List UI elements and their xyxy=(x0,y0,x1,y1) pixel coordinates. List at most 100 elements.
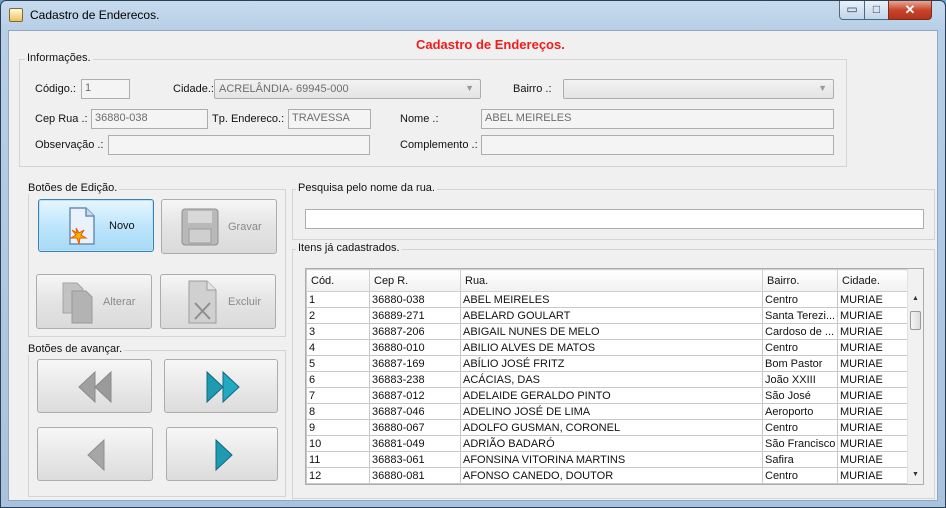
cep-field[interactable]: 36880-038 xyxy=(91,109,208,129)
bairro-select[interactable]: ▼ xyxy=(563,79,834,99)
scrollbar-thumb[interactable] xyxy=(910,311,921,330)
bairro-label: Bairro .: xyxy=(513,83,552,95)
cell-codigo: 10 xyxy=(306,435,370,452)
column-header-cidade[interactable]: Cidade. xyxy=(837,269,909,292)
maximize-button[interactable]: □ xyxy=(864,1,889,20)
observacao-field[interactable] xyxy=(108,135,370,155)
cell-bairro: São José xyxy=(762,387,838,404)
cell-cep: 36887-012 xyxy=(369,387,461,404)
column-header-bairro[interactable]: Bairro. xyxy=(762,269,838,292)
cell-bairro: Cardoso de ... xyxy=(762,323,838,340)
table-row[interactable]: 2 36889-271 ABELARD GOULART Santa Terezi...… xyxy=(306,307,909,324)
next-record-button[interactable] xyxy=(166,427,278,481)
minimize-button[interactable]: ▭ xyxy=(839,1,865,20)
street-search-input[interactable] xyxy=(305,209,924,229)
chevron-down-icon: ▼ xyxy=(818,83,827,93)
cell-bairro: João XXIII xyxy=(762,371,838,388)
title-bar[interactable]: Cadastro de Enderecos. ▭ □ ✕ xyxy=(1,1,945,29)
codigo-field[interactable]: 1 xyxy=(81,79,130,99)
complemento-field[interactable] xyxy=(481,135,834,155)
cell-cidade: MURIAE xyxy=(837,419,909,436)
maximize-icon: □ xyxy=(872,2,881,16)
cidade-select[interactable]: ACRELÂNDIA- 69945-000 ▼ xyxy=(214,79,481,99)
cell-cep: 36880-038 xyxy=(369,291,461,308)
tp-endereco-label: Tp. Endereco.: xyxy=(212,113,285,125)
vertical-scrollbar[interactable]: ▲ ▼ xyxy=(907,269,923,484)
edit-buttons-title: Botões de Edição. xyxy=(26,182,120,194)
cell-cidade: MURIAE xyxy=(837,291,909,308)
scroll-down-arrow-icon[interactable]: ▼ xyxy=(908,471,923,478)
cell-rua: ADELINO JOSÉ DE LIMA xyxy=(460,403,763,420)
excluir-label: Excluir xyxy=(228,295,262,308)
items-table-container: Cód. Cep R. Rua. Bairro. Cidade. 1 36880-… xyxy=(305,268,924,485)
copy-document-icon xyxy=(62,282,93,324)
close-button[interactable]: ✕ xyxy=(888,1,932,20)
table-row[interactable]: 3 36887-206 ABIGAIL NUNES DE MELO Cardoso d… xyxy=(306,323,909,340)
cell-cep: 36883-238 xyxy=(369,371,461,388)
cell-codigo: 6 xyxy=(306,371,370,388)
novo-button[interactable]: Novo xyxy=(38,199,154,252)
table-row[interactable]: 10 36881-049 ADRIÃO BADARÓ São Francisco MUR… xyxy=(306,435,909,452)
cell-rua: ABEL MEIRELES xyxy=(460,291,763,308)
nav-buttons-title: Botões de avançar. xyxy=(26,343,125,355)
client-area: Cadastro de Endereços. Informações. Códi… xyxy=(8,30,938,501)
items-table: Cód. Cep R. Rua. Bairro. Cidade. 1 36880-… xyxy=(306,269,909,484)
cell-rua: ABÍLIO JOSÉ FRITZ xyxy=(460,355,763,372)
table-row[interactable]: 6 36883-238 ACÁCIAS, DAS João XXIII MURIAE xyxy=(306,371,909,388)
cell-rua: AFONSO CANEDO, DOUTOR xyxy=(460,467,763,484)
cidade-value: ACRELÂNDIA- 69945-000 xyxy=(219,83,349,95)
column-header-cep[interactable]: Cep R. xyxy=(369,269,461,292)
previous-record-button[interactable] xyxy=(37,427,153,481)
cell-rua: ABILIO ALVES DE MATOS xyxy=(460,339,763,356)
cell-codigo: 3 xyxy=(306,323,370,340)
cell-cep: 36887-046 xyxy=(369,403,461,420)
table-row[interactable]: 9 36880-067 ADOLFO GUSMAN, CORONEL Centro MU… xyxy=(306,419,909,436)
cell-codigo: 2 xyxy=(306,307,370,324)
cell-cidade: MURIAE xyxy=(837,387,909,404)
complemento-label: Complemento .: xyxy=(400,139,478,151)
cell-rua: ADRIÃO BADARÓ xyxy=(460,435,763,452)
scroll-up-arrow-icon[interactable]: ▲ xyxy=(908,295,923,302)
table-row[interactable]: 8 36887-046 ADELINO JOSÉ DE LIMA Aeroporto M… xyxy=(306,403,909,420)
cell-bairro: Aeroporto xyxy=(762,403,838,420)
cell-bairro: Santa Terezi... xyxy=(762,307,838,324)
table-row[interactable]: 12 36880-081 AFONSO CANEDO, DOUTOR Centro MU… xyxy=(306,467,909,484)
items-group-title: Itens já cadastrados. xyxy=(296,242,402,254)
cell-cep: 36887-206 xyxy=(369,323,461,340)
excluir-button[interactable]: Excluir xyxy=(160,274,276,329)
table-row[interactable]: 4 36880-010 ABILIO ALVES DE MATOS Centro MUR… xyxy=(306,339,909,356)
cell-cidade: MURIAE xyxy=(837,323,909,340)
delete-document-icon xyxy=(188,280,217,324)
gravar-button[interactable]: Gravar xyxy=(161,199,277,254)
cell-bairro: Centro xyxy=(762,339,838,356)
cell-rua: ADELAIDE GERALDO PINTO xyxy=(460,387,763,404)
cell-cidade: MURIAE xyxy=(837,435,909,452)
first-record-button[interactable] xyxy=(37,359,152,413)
cell-bairro: Centro xyxy=(762,419,838,436)
table-row[interactable]: 1 36880-038 ABEL MEIRELES Centro MURIAE xyxy=(306,291,909,308)
column-header-codigo[interactable]: Cód. xyxy=(306,269,370,292)
cell-codigo: 12 xyxy=(306,467,370,484)
cell-bairro: Centro xyxy=(762,467,838,484)
alterar-button[interactable]: Alterar xyxy=(36,274,152,329)
table-header-row: Cód. Cep R. Rua. Bairro. Cidade. xyxy=(306,269,909,292)
info-group-title: Informações. xyxy=(25,52,93,64)
cell-bairro: Safira xyxy=(762,451,838,468)
cell-codigo: 5 xyxy=(306,355,370,372)
last-record-button[interactable] xyxy=(164,359,278,413)
cell-rua: ACÁCIAS, DAS xyxy=(460,371,763,388)
nome-field[interactable]: ABEL MEIRELES xyxy=(481,109,834,129)
cell-rua: ADOLFO GUSMAN, CORONEL xyxy=(460,419,763,436)
table-row[interactable]: 11 36883-061 AFONSINA VITORINA MARTINS Safi… xyxy=(306,451,909,468)
column-header-rua[interactable]: Rua. xyxy=(460,269,763,292)
cell-cidade: MURIAE xyxy=(837,403,909,420)
cell-cidade: MURIAE xyxy=(837,467,909,484)
tp-endereco-field[interactable]: TRAVESSA xyxy=(288,109,371,129)
table-row[interactable]: 7 36887-012 ADELAIDE GERALDO PINTO São José… xyxy=(306,387,909,404)
cell-codigo: 4 xyxy=(306,339,370,356)
cep-label: Cep Rua .: xyxy=(35,113,88,125)
cell-cep: 36887-169 xyxy=(369,355,461,372)
window-title: Cadastro de Enderecos. xyxy=(30,8,160,22)
table-row[interactable]: 5 36887-169 ABÍLIO JOSÉ FRITZ Bom Pastor MUR… xyxy=(306,355,909,372)
cell-bairro: Bom Pastor xyxy=(762,355,838,372)
